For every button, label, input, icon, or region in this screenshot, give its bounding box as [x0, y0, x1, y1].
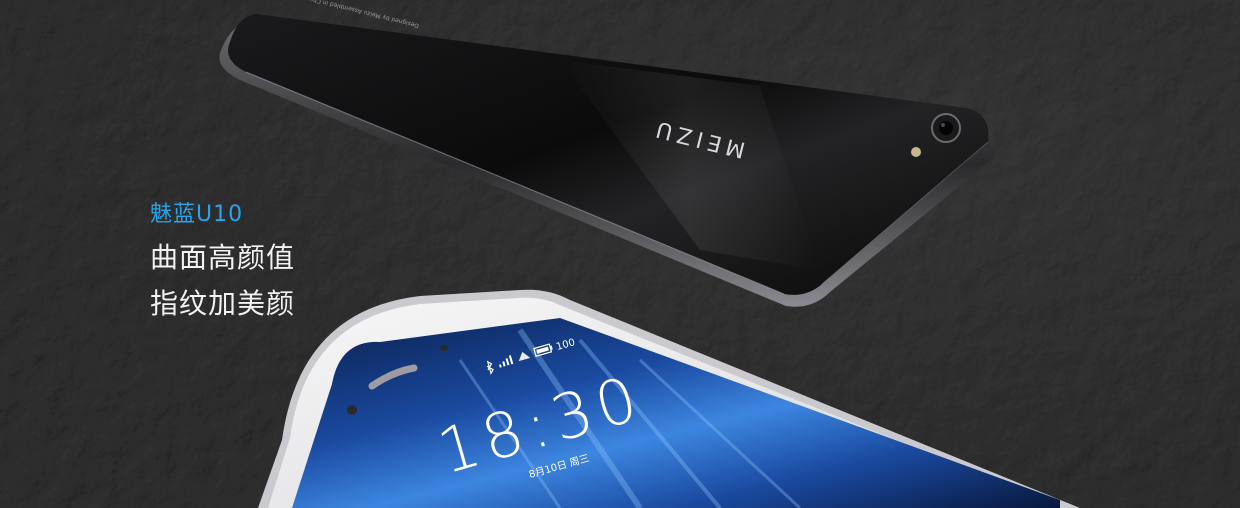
model-name: 魅蓝U10 [150, 202, 244, 227]
tagline-curved-design: 曲面高颜值 [150, 241, 296, 274]
proximity-sensor-icon [440, 345, 448, 351]
front-camera-icon [347, 405, 357, 415]
tagline-fingerprint-beauty: 指纹加美颜 [150, 287, 296, 320]
promo-banner: MEIZU Designed by Meizu Assembled in Chi… [0, 0, 1240, 508]
